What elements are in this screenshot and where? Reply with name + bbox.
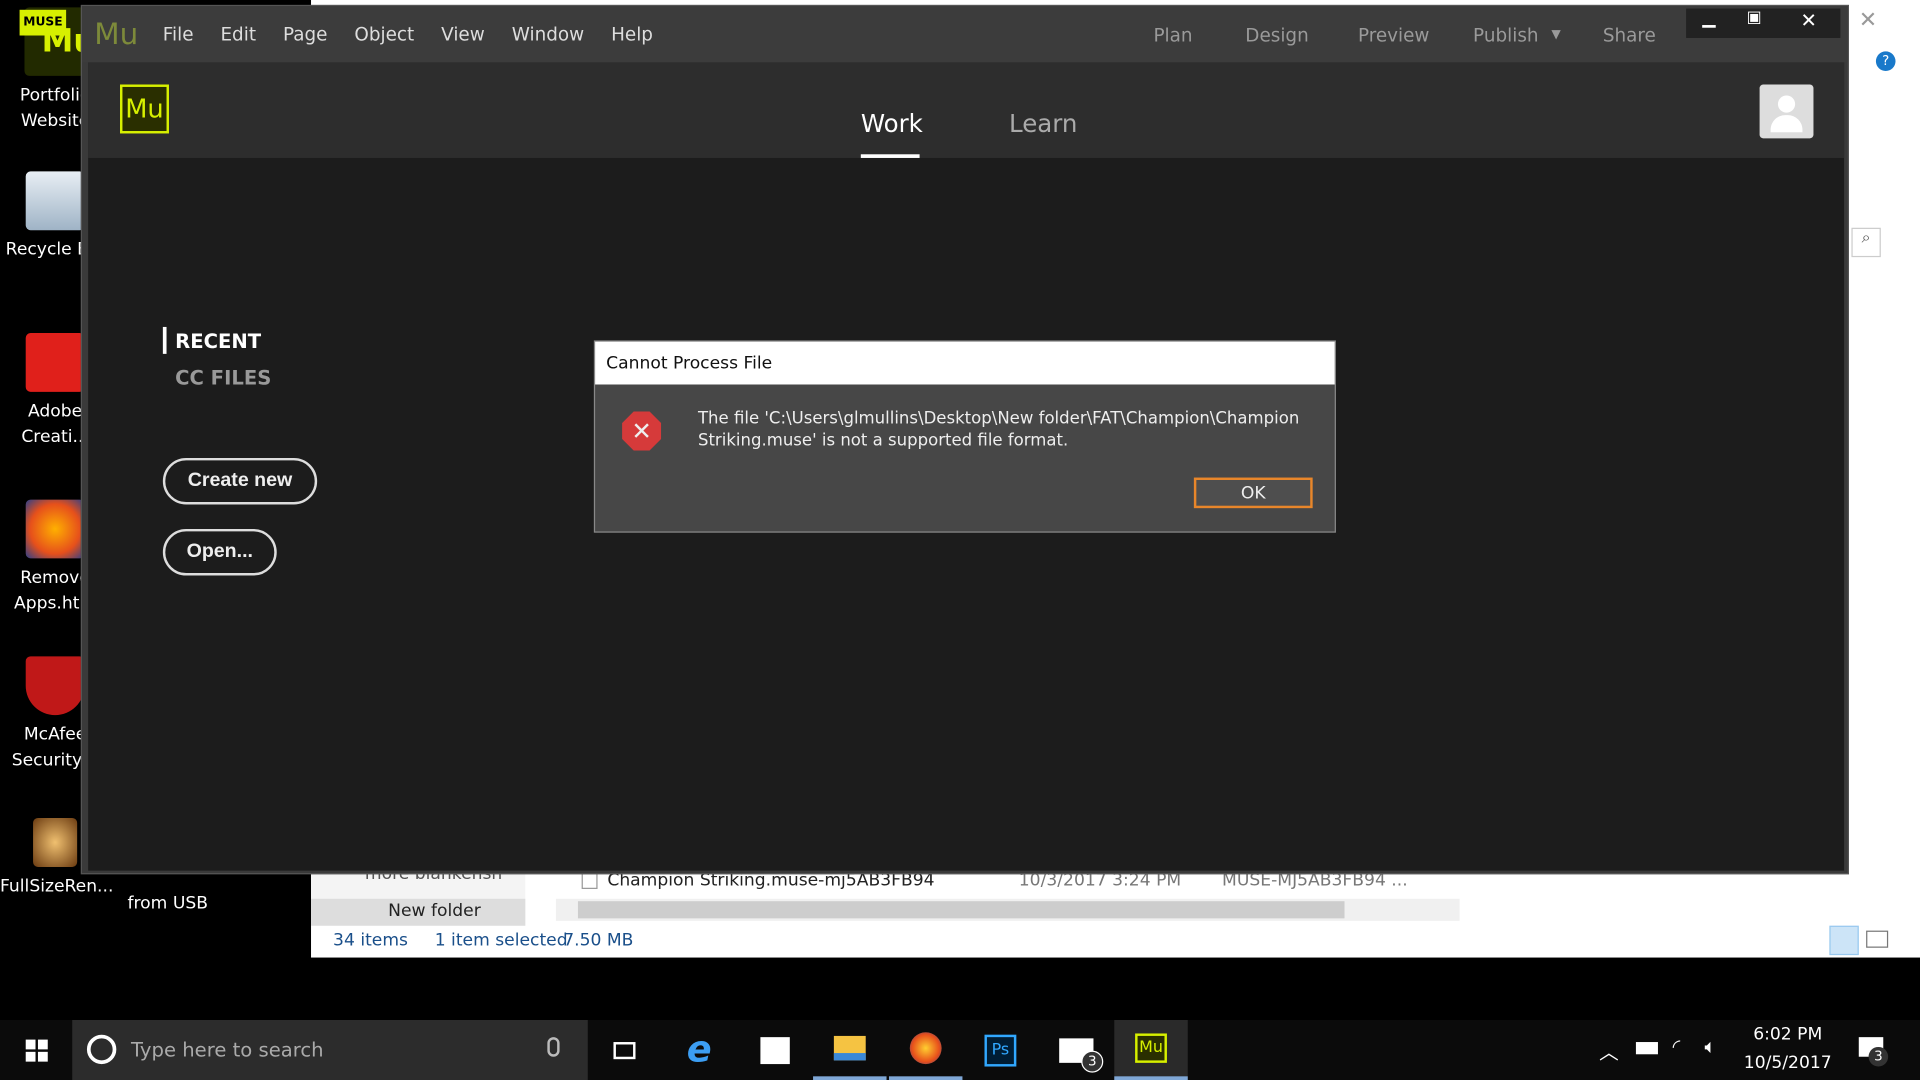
menu-window[interactable]: Window [512, 23, 584, 45]
muse-file-icon: MUSE Mu [19, 7, 96, 76]
app-logo: Mu [94, 17, 139, 52]
recycle-bin-icon [25, 171, 85, 231]
photoshop-icon: Ps [984, 1034, 1017, 1066]
create-new-button[interactable]: Create new [162, 457, 318, 505]
ok-button[interactable]: OK [1193, 477, 1313, 509]
user-icon [1777, 95, 1796, 113]
menu-help[interactable]: Help [611, 23, 653, 45]
status-size: 7.50 MB [563, 930, 634, 951]
folder-label: New folder [388, 901, 481, 921]
nav-folder-selected[interactable]: New folder [311, 898, 526, 926]
mcafee-icon [25, 656, 85, 716]
window-controls: ▁ ▣ ✕ [1686, 8, 1841, 38]
maximize-icon[interactable]: ▣ [1732, 9, 1777, 38]
mail-icon: 3 [1059, 1037, 1104, 1073]
taskbar-photoshop[interactable]: Ps [964, 1020, 1037, 1080]
large-icons-view-icon[interactable] [1866, 930, 1889, 948]
muse-logo: Mu [120, 84, 169, 134]
explorer-close-icon[interactable]: ✕ [1859, 7, 1877, 33]
task-view-icon [613, 1041, 636, 1059]
publish-dropdown-icon[interactable]: ▼ [1551, 28, 1560, 41]
help-icon[interactable]: ? [1875, 51, 1896, 72]
search-icon[interactable]: ⌕ [1851, 227, 1881, 258]
desktop-icon-label: from USB [127, 893, 209, 914]
recent-indicator [162, 326, 167, 354]
tab-work[interactable]: Work [861, 109, 923, 138]
menu-file[interactable]: File [163, 23, 194, 45]
status-selected: 1 item selected [434, 930, 568, 951]
open-button[interactable]: Open... [162, 528, 277, 576]
error-dialog: Cannot Process File ✕ The file 'C:\Users… [593, 340, 1336, 533]
taskbar-store[interactable] [738, 1020, 811, 1080]
taskbar: Type here to search e Ps 3 Mu ︿ ◜ 🔈︎ 6:0… [0, 1020, 1920, 1080]
firefox-icon [909, 1032, 942, 1065]
menu-page[interactable]: Page [283, 23, 327, 45]
wifi-icon[interactable]: ◜ [1673, 1035, 1681, 1058]
volume-icon[interactable]: 🔈︎ [1704, 1035, 1716, 1059]
edge-icon: e [686, 1028, 712, 1072]
tab-work-underline [860, 154, 920, 158]
desktop-icon-label: FullSizeRen... [0, 876, 114, 897]
start-header: Mu Work Learn [88, 62, 1845, 158]
mode-design[interactable]: Design [1245, 24, 1308, 46]
task-view-button[interactable] [588, 1020, 661, 1080]
mode-publish[interactable]: Publish [1473, 24, 1538, 46]
close-icon[interactable]: ✕ [1777, 9, 1841, 38]
taskbar-edge[interactable]: e [662, 1020, 735, 1080]
mode-share[interactable]: Share [1603, 24, 1656, 46]
menu-bar: Mu File Edit Page Object View Window Hel… [82, 6, 1848, 63]
tab-learn[interactable]: Learn [1009, 109, 1077, 138]
search-box[interactable]: Type here to search [72, 1020, 588, 1080]
nav-cc-files[interactable]: CC FILES [175, 366, 271, 389]
dialog-message: The file 'C:\Users\glmullins\Desktop\New… [697, 408, 1300, 451]
menu-edit[interactable]: Edit [220, 23, 256, 45]
mode-preview[interactable]: Preview [1358, 24, 1429, 46]
windows-icon [25, 1038, 48, 1062]
details-view-icon[interactable] [1829, 925, 1859, 956]
mail-badge: 3 [1081, 1050, 1104, 1073]
menu-view[interactable]: View [441, 23, 485, 45]
taskbar-muse[interactable]: Mu [1114, 1020, 1188, 1080]
battery-icon[interactable] [1635, 1042, 1658, 1055]
horizontal-scrollbar[interactable] [555, 898, 1460, 921]
desktop-icon-from-usb[interactable]: from USB [113, 891, 223, 917]
firefox-icon [25, 499, 85, 559]
nav-recent[interactable]: RECENT [175, 329, 261, 352]
clock-date[interactable]: 10/5/2017 [1739, 1053, 1837, 1073]
microphone-icon[interactable] [547, 1037, 560, 1057]
folder-icon [833, 1035, 866, 1061]
dialog-title: Cannot Process File [595, 341, 1335, 385]
checkbox[interactable] [581, 873, 598, 889]
adobe-cc-icon [25, 333, 85, 392]
minimize-icon[interactable]: ▁ [1686, 9, 1731, 38]
image-icon [33, 817, 78, 867]
tray-overflow-icon[interactable]: ︿ [1599, 1036, 1619, 1065]
clock-time[interactable]: 6:02 PM [1739, 1025, 1837, 1045]
action-center-icon[interactable]: 3 [1858, 1037, 1889, 1067]
taskbar-firefox[interactable] [888, 1020, 963, 1080]
menu-object[interactable]: Object [354, 23, 414, 45]
user-avatar-button[interactable] [1759, 84, 1814, 139]
taskbar-explorer[interactable] [813, 1020, 887, 1080]
search-placeholder: Type here to search [131, 1038, 324, 1062]
start-button[interactable] [0, 1020, 72, 1080]
muse-icon: Mu [1135, 1033, 1167, 1063]
cortana-icon [86, 1034, 117, 1065]
store-icon [760, 1036, 790, 1064]
status-items: 34 items [333, 930, 409, 951]
mode-plan[interactable]: Plan [1153, 24, 1192, 46]
taskbar-mail[interactable]: 3 [1040, 1020, 1113, 1080]
error-icon: ✕ [622, 411, 662, 451]
notification-badge: 3 [1868, 1046, 1889, 1067]
